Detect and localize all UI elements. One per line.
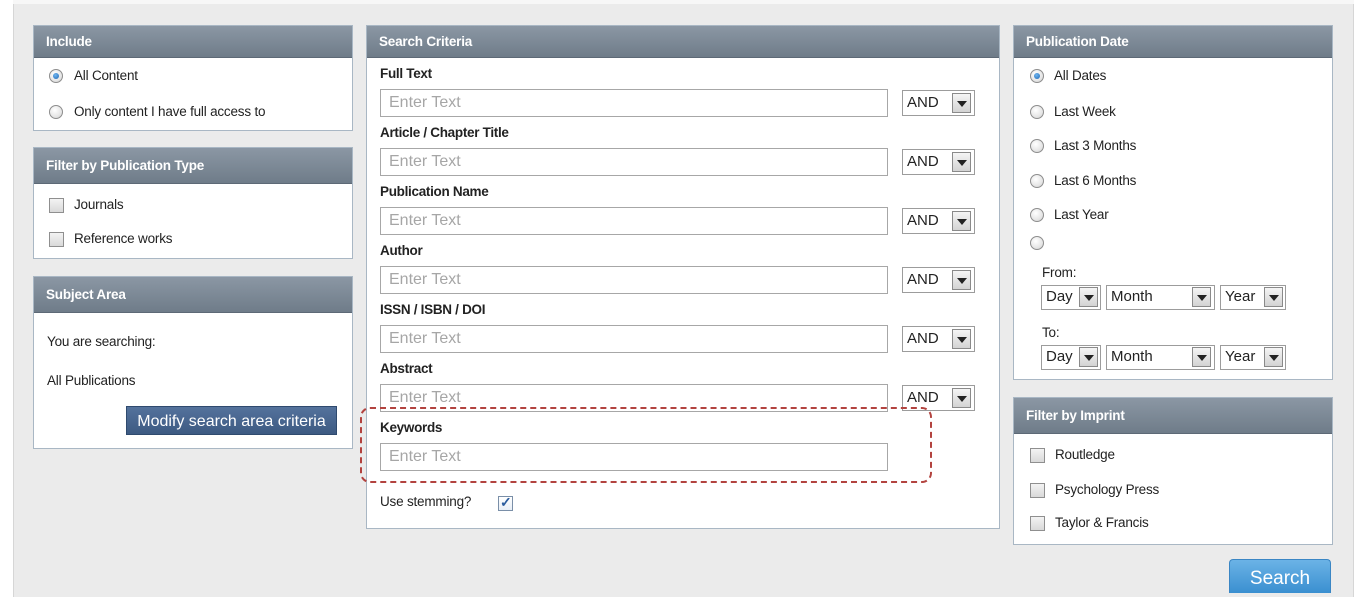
reference-works-label: Reference works [74,231,173,246]
routledge-label: Routledge [1055,447,1115,462]
publication-type-panel: Filter by Publication Type Journals Refe… [33,147,353,259]
full-text-operator-value: AND [907,94,939,111]
to-day-value: Day [1046,348,1073,365]
issn-isbn-doi-input[interactable] [380,325,888,353]
last-week-label: Last Week [1054,104,1116,119]
from-year-select[interactable]: Year [1220,285,1286,310]
keywords-highlight [360,407,932,483]
chevron-down-icon [1192,347,1211,367]
chevron-down-icon [952,388,971,408]
publication-name-operator-select[interactable]: AND [902,208,975,234]
custom-range-radio[interactable] [1030,236,1044,250]
last-6-months-radio[interactable] [1030,174,1044,188]
last-year-radio[interactable] [1030,208,1044,222]
include-full-access-radio[interactable] [49,105,63,119]
search-button[interactable]: Search [1229,559,1331,593]
last-year-label: Last Year [1054,207,1109,222]
routledge-checkbox[interactable] [1030,448,1045,463]
searching-label: You are searching: [47,334,156,349]
include-all-content-label: All Content [74,68,138,83]
publication-name-input[interactable] [380,207,888,235]
stemming-label: Use stemming? [380,494,472,509]
from-month-select[interactable]: Month [1106,285,1215,310]
psychology-press-checkbox[interactable] [1030,483,1045,498]
from-label: From: [1042,265,1077,280]
publication-date-header: Publication Date [1014,26,1332,58]
all-dates-radio[interactable] [1030,69,1044,83]
from-day-select[interactable]: Day [1041,285,1101,310]
from-month-value: Month [1111,288,1153,305]
include-full-access-label: Only content I have full access to [74,104,266,119]
publication-date-panel: Publication Date All Dates Last Week Las… [1013,25,1333,380]
include-panel: Include All Content Only content I have … [33,25,353,131]
search-criteria-header: Search Criteria [367,26,999,58]
to-year-value: Year [1225,348,1256,365]
issn-isbn-doi-operator-value: AND [907,330,939,347]
from-day-value: Day [1046,288,1073,305]
reference-works-checkbox[interactable] [49,232,64,247]
author-operator-select[interactable]: AND [902,267,975,293]
last-week-radio[interactable] [1030,105,1044,119]
imprint-panel: Filter by Imprint Routledge Psychology P… [1013,397,1333,545]
abstract-operator-value: AND [907,389,939,406]
chevron-down-icon [1264,287,1283,307]
chevron-down-icon [952,211,971,231]
search-scope: All Publications [47,373,136,388]
issn-isbn-doi-label: ISSN / ISBN / DOI [380,302,486,317]
article-title-input[interactable] [380,148,888,176]
article-title-label: Article / Chapter Title [380,125,509,140]
subject-area-header: Subject Area [34,277,352,313]
full-text-input[interactable] [380,89,888,117]
author-operator-value: AND [907,271,939,288]
chevron-down-icon [952,270,971,290]
taylor-francis-checkbox[interactable] [1030,516,1045,531]
to-day-select[interactable]: Day [1041,345,1101,370]
chevron-down-icon [1192,287,1211,307]
article-title-operator-value: AND [907,153,939,170]
journals-label: Journals [74,197,124,212]
publication-type-header: Filter by Publication Type [34,148,352,184]
publication-name-label: Publication Name [380,184,489,199]
abstract-label: Abstract [380,361,433,376]
to-year-select[interactable]: Year [1220,345,1286,370]
journals-checkbox[interactable] [49,198,64,213]
article-title-operator-select[interactable]: AND [902,149,975,175]
stemming-checkbox[interactable] [498,494,513,511]
last-3-months-radio[interactable] [1030,139,1044,153]
last-3-months-label: Last 3 Months [1054,138,1137,153]
to-month-select[interactable]: Month [1106,345,1215,370]
psychology-press-label: Psychology Press [1055,482,1160,497]
from-year-value: Year [1225,288,1256,305]
last-6-months-label: Last 6 Months [1054,173,1137,188]
chevron-down-icon [952,329,971,349]
chevron-down-icon [1264,347,1283,367]
author-label: Author [380,243,423,258]
taylor-francis-label: Taylor & Francis [1055,515,1149,530]
author-input[interactable] [380,266,888,294]
to-month-value: Month [1111,348,1153,365]
full-text-operator-select[interactable]: AND [902,90,975,116]
all-dates-label: All Dates [1054,68,1107,83]
publication-name-operator-value: AND [907,212,939,229]
chevron-down-icon [1079,347,1098,367]
issn-isbn-doi-operator-select[interactable]: AND [902,326,975,352]
imprint-header: Filter by Imprint [1014,398,1332,434]
modify-search-area-button[interactable]: Modify search area criteria [126,406,337,435]
chevron-down-icon [952,93,971,113]
full-text-label: Full Text [380,66,432,81]
chevron-down-icon [952,152,971,172]
include-header: Include [34,26,352,58]
include-all-content-radio[interactable] [49,69,63,83]
to-label: To: [1042,325,1060,340]
chevron-down-icon [1079,287,1098,307]
